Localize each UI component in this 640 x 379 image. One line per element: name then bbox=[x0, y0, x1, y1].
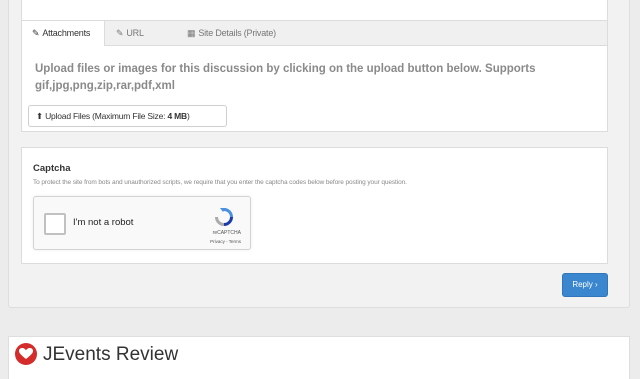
chevron-right-icon: › bbox=[595, 280, 598, 289]
attachments-panel: ✎ Attachments ✎ URL ▦ Site Details (Private… bbox=[21, 20, 608, 132]
recaptcha-brand: reCAPTCHA bbox=[212, 230, 241, 236]
recaptcha-logo-icon bbox=[215, 208, 233, 226]
paperclip-icon: ✎ bbox=[32, 28, 40, 38]
recaptcha-links[interactable]: Privacy - Terms bbox=[34, 239, 251, 244]
attachment-tabs: ✎ Attachments ✎ URL ▦ Site Details (Private… bbox=[22, 21, 607, 46]
review-title: JEvents Review bbox=[43, 344, 179, 365]
link-icon: ✎ bbox=[116, 28, 124, 38]
tab-site-details[interactable]: ▦ Site Details (Private) bbox=[177, 21, 307, 46]
tab-attachments-label: Attachments bbox=[42, 28, 91, 38]
upload-icon: ⬆︎ bbox=[36, 111, 43, 121]
upload-button-label: Upload Files (Maximum File Size: 4 MB) bbox=[45, 111, 190, 121]
tab-url[interactable]: ✎ URL bbox=[106, 21, 176, 46]
recaptcha-widget: I'm not a robot reCAPTCHA Privacy - Term… bbox=[33, 196, 251, 250]
upload-files-button[interactable]: ⬆︎ Upload Files (Maximum File Size: 4 MB… bbox=[28, 105, 227, 127]
editor-bottom bbox=[21, 0, 608, 20]
recaptcha-label: I'm not a robot bbox=[73, 217, 134, 228]
upload-instructions: Upload files or images for this discussi… bbox=[35, 63, 536, 92]
table-icon: ▦ bbox=[187, 28, 196, 38]
captcha-description: To protect the site from bots and unauth… bbox=[33, 179, 407, 186]
tab-attachments[interactable]: ✎ Attachments bbox=[22, 21, 105, 46]
heart-icon bbox=[15, 343, 37, 365]
captcha-title: Captcha bbox=[33, 163, 71, 174]
reply-button[interactable]: Reply › bbox=[562, 273, 608, 297]
tab-url-label: URL bbox=[126, 28, 144, 38]
captcha-panel: Captcha To protect the site from bots an… bbox=[21, 147, 608, 264]
review-panel: JEvents Review bbox=[8, 336, 630, 379]
tab-site-details-label: Site Details (Private) bbox=[198, 28, 276, 38]
reply-button-label: Reply bbox=[572, 280, 593, 289]
